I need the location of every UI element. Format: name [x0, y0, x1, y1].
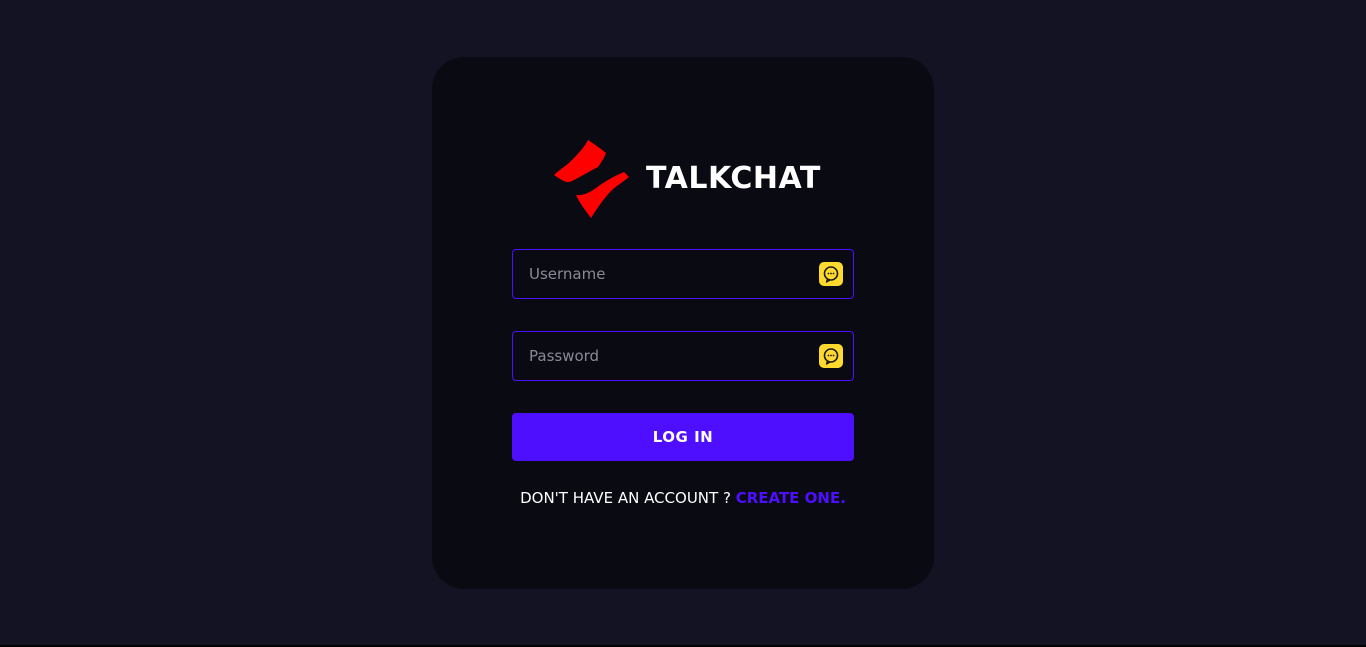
password-input[interactable] — [513, 332, 819, 380]
username-field[interactable] — [512, 249, 854, 299]
chat-bubble-icon[interactable] — [819, 344, 843, 368]
brand-name: TALKCHAT — [646, 161, 821, 196]
create-account-link[interactable]: CREATE ONE. — [736, 489, 846, 507]
password-field[interactable] — [512, 331, 854, 381]
chat-bubble-icon[interactable] — [819, 262, 843, 286]
brand: TALKCHAT — [554, 139, 821, 219]
login-card: TALKCHAT LOG IN DON'T HA — [432, 57, 934, 589]
signup-prompt: DON'T HAVE AN ACCOUNT ? CREATE ONE. — [512, 489, 854, 507]
username-input[interactable] — [513, 250, 819, 298]
signup-prompt-text: DON'T HAVE AN ACCOUNT ? — [520, 489, 731, 507]
talkchat-logo-icon — [554, 140, 629, 218]
login-button[interactable]: LOG IN — [512, 413, 854, 461]
